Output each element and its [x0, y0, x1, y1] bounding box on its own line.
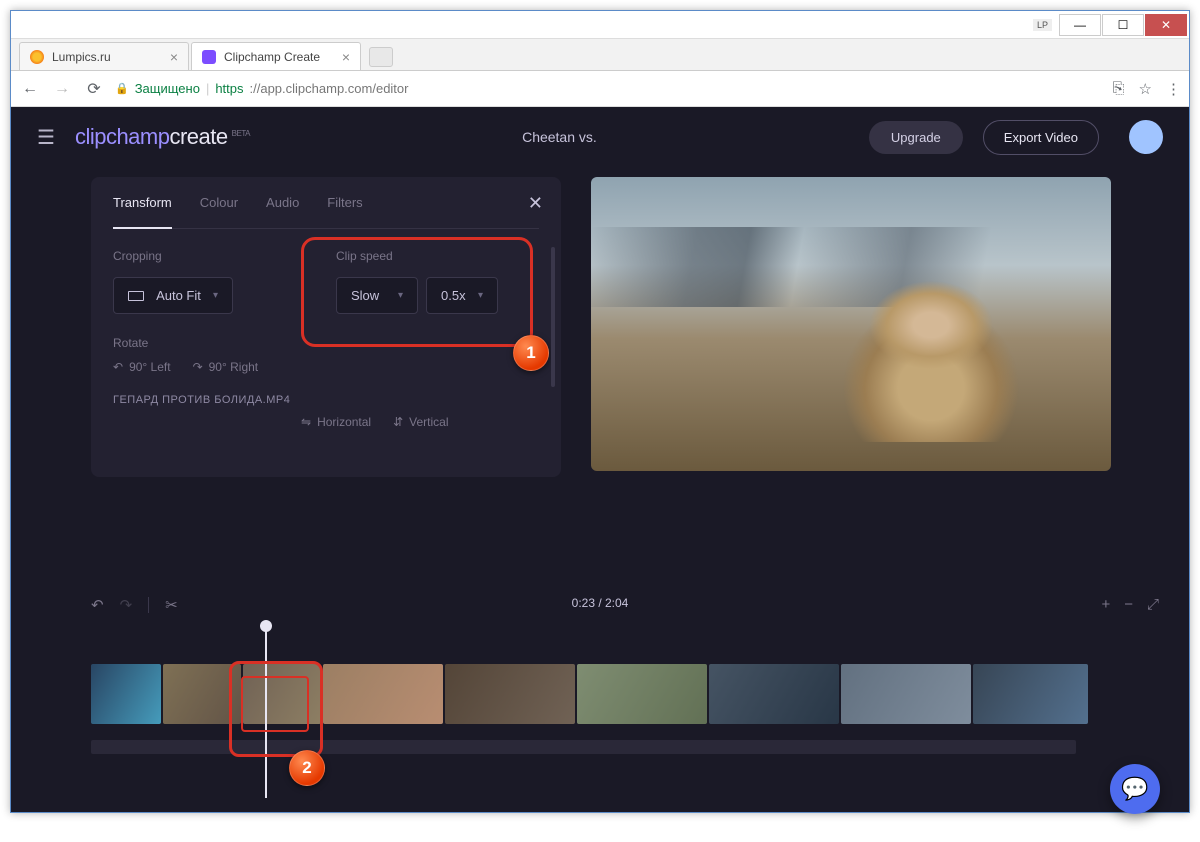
reload-button[interactable]: ⟳	[83, 78, 105, 100]
close-panel-button[interactable]: ✕	[528, 193, 543, 214]
properties-tabs: Transform Colour Audio Filters	[113, 195, 539, 229]
app-header: ☰ clipchampcreateBETA Cheetan vs. Upgrad…	[11, 107, 1189, 167]
timeline-clip[interactable]	[243, 664, 321, 724]
cropping-value: Auto Fit	[156, 288, 201, 303]
tab-close-icon[interactable]: ×	[342, 49, 350, 65]
rotate-right-button[interactable]: ↷90° Right	[193, 360, 259, 374]
timeline-playhead[interactable]	[265, 626, 267, 798]
flip-v-icon: ⇵	[393, 415, 403, 429]
browser-tab-lumpics[interactable]: Lumpics.ru ×	[19, 42, 189, 70]
clip-filename: ГЕПАРД ПРОТИВ БОЛИДА.MP4	[113, 394, 539, 406]
window-maximize-button[interactable]: ☐	[1102, 14, 1144, 36]
preview-subject	[821, 262, 1041, 442]
tab-title: Lumpics.ru	[52, 50, 111, 64]
translate-icon[interactable]: ⎘	[1113, 80, 1125, 98]
speed-mode-value: Slow	[351, 288, 379, 303]
tab-close-icon[interactable]: ×	[170, 49, 178, 65]
bookmark-icon[interactable]: ☆	[1139, 80, 1152, 98]
zoom-in-button[interactable]: +	[1101, 596, 1110, 613]
flip-h-icon: ⇋	[301, 415, 311, 429]
timeline-clip[interactable]	[841, 664, 971, 724]
properties-panel: ✕ Transform Colour Audio Filters Croppin…	[91, 177, 561, 477]
redo-button[interactable]: ↷	[120, 596, 133, 614]
favicon-icon	[30, 50, 44, 64]
timeline-clip[interactable]	[973, 664, 1088, 724]
speed-value: 0.5x	[441, 288, 466, 303]
zoom-out-button[interactable]: −	[1124, 596, 1133, 613]
browser-tab-clipchamp[interactable]: Clipchamp Create ×	[191, 42, 361, 70]
chat-button[interactable]: 💬	[1110, 764, 1160, 812]
back-button[interactable]: ←	[19, 78, 41, 100]
timeline-timecode: 0:23 / 2:04	[572, 596, 629, 610]
hamburger-icon[interactable]: ☰	[37, 125, 55, 150]
speed-mode-select[interactable]: Slow ▾	[336, 277, 418, 314]
panel-scrollbar[interactable]	[551, 247, 555, 387]
cropping-select[interactable]: Auto Fit ▾	[113, 277, 233, 314]
user-avatar[interactable]	[1129, 120, 1163, 154]
menu-icon[interactable]: ⋮	[1166, 80, 1181, 98]
zoom-fit-button[interactable]: ⤢	[1147, 596, 1159, 613]
aspect-icon	[128, 291, 144, 301]
annotation-badge-2: 2	[289, 750, 325, 786]
url-path: ://app.clipchamp.com/editor	[250, 81, 409, 96]
timeline-clip[interactable]	[91, 664, 161, 724]
clip-speed-section: Clip speed Slow ▾ 0.5x ▾	[336, 249, 539, 374]
rotate-left-icon: ↶	[113, 360, 123, 374]
tab-filters[interactable]: Filters	[327, 195, 362, 216]
timeline-area: ↶ ↷ ✂ 0:23 / 2:04 + − ⤢	[11, 582, 1189, 812]
flip-horizontal-button[interactable]: ⇋Horizontal	[301, 415, 371, 429]
window-badge: LP	[1033, 19, 1052, 31]
timeline-clip[interactable]	[323, 664, 443, 724]
secure-label: Защищено	[135, 81, 200, 96]
timeline-clip[interactable]	[577, 664, 707, 724]
chevron-down-icon: ▾	[213, 290, 218, 301]
export-video-button[interactable]: Export Video	[983, 120, 1099, 155]
tab-colour[interactable]: Colour	[200, 195, 238, 216]
upgrade-button[interactable]: Upgrade	[869, 121, 963, 154]
video-track[interactable]	[91, 664, 1159, 734]
timeline-clip[interactable]	[709, 664, 839, 724]
forward-button[interactable]: →	[51, 78, 73, 100]
rotate-right-icon: ↷	[193, 360, 203, 374]
window-close-button[interactable]: ✕	[1145, 14, 1187, 36]
timeline-clip[interactable]	[445, 664, 575, 724]
tab-audio[interactable]: Audio	[266, 195, 299, 216]
address-field[interactable]: 🔒 Защищено | https://app.clipchamp.com/e…	[115, 76, 1103, 102]
annotation-badge-1: 1	[513, 335, 549, 371]
url-actions: ⎘ ☆ ⋮	[1113, 80, 1181, 98]
rotate-left-button[interactable]: ↶90° Left	[113, 360, 171, 374]
speed-value-select[interactable]: 0.5x ▾	[426, 277, 498, 314]
browser-tabs-bar: Lumpics.ru × Clipchamp Create ×	[11, 39, 1189, 71]
window-titlebar: LP — ☐ ✕	[11, 11, 1189, 39]
tab-title: Clipchamp Create	[224, 50, 320, 64]
flip-vertical-button[interactable]: ⇵Vertical	[393, 415, 448, 429]
app-logo[interactable]: clipchampcreateBETA	[75, 124, 250, 150]
favicon-icon	[202, 50, 216, 64]
rotate-label: Rotate	[113, 336, 148, 350]
chat-icon: 💬	[1121, 776, 1148, 802]
browser-window: LP — ☐ ✕ Lumpics.ru × Clipchamp Create ×…	[10, 10, 1190, 813]
cropping-section: Cropping Auto Fit ▾ Rotate ↶90° Left ↷90…	[113, 249, 316, 374]
new-tab-button[interactable]	[369, 47, 393, 67]
chevron-down-icon: ▾	[478, 290, 483, 301]
project-title[interactable]: Cheetan vs.	[270, 129, 849, 145]
lock-icon: 🔒	[115, 82, 129, 95]
audio-track[interactable]	[91, 740, 1076, 754]
chevron-down-icon: ▾	[398, 290, 403, 301]
main-area: ✕ Transform Colour Audio Filters Croppin…	[11, 167, 1189, 582]
url-bar: ← → ⟳ 🔒 Защищено | https://app.clipchamp…	[11, 71, 1189, 107]
split-button[interactable]: ✂	[165, 596, 178, 614]
timeline-zoom-controls: + − ⤢	[1101, 596, 1159, 613]
undo-button[interactable]: ↶	[91, 596, 104, 614]
clip-speed-label: Clip speed	[336, 249, 539, 263]
clipchamp-app: ☰ clipchampcreateBETA Cheetan vs. Upgrad…	[11, 107, 1189, 812]
cropping-label: Cropping	[113, 249, 316, 263]
video-preview[interactable]	[591, 177, 1111, 471]
tab-transform[interactable]: Transform	[113, 195, 172, 229]
timeline-clip[interactable]	[163, 664, 241, 724]
url-protocol: https	[215, 81, 243, 96]
window-minimize-button[interactable]: —	[1059, 14, 1101, 36]
